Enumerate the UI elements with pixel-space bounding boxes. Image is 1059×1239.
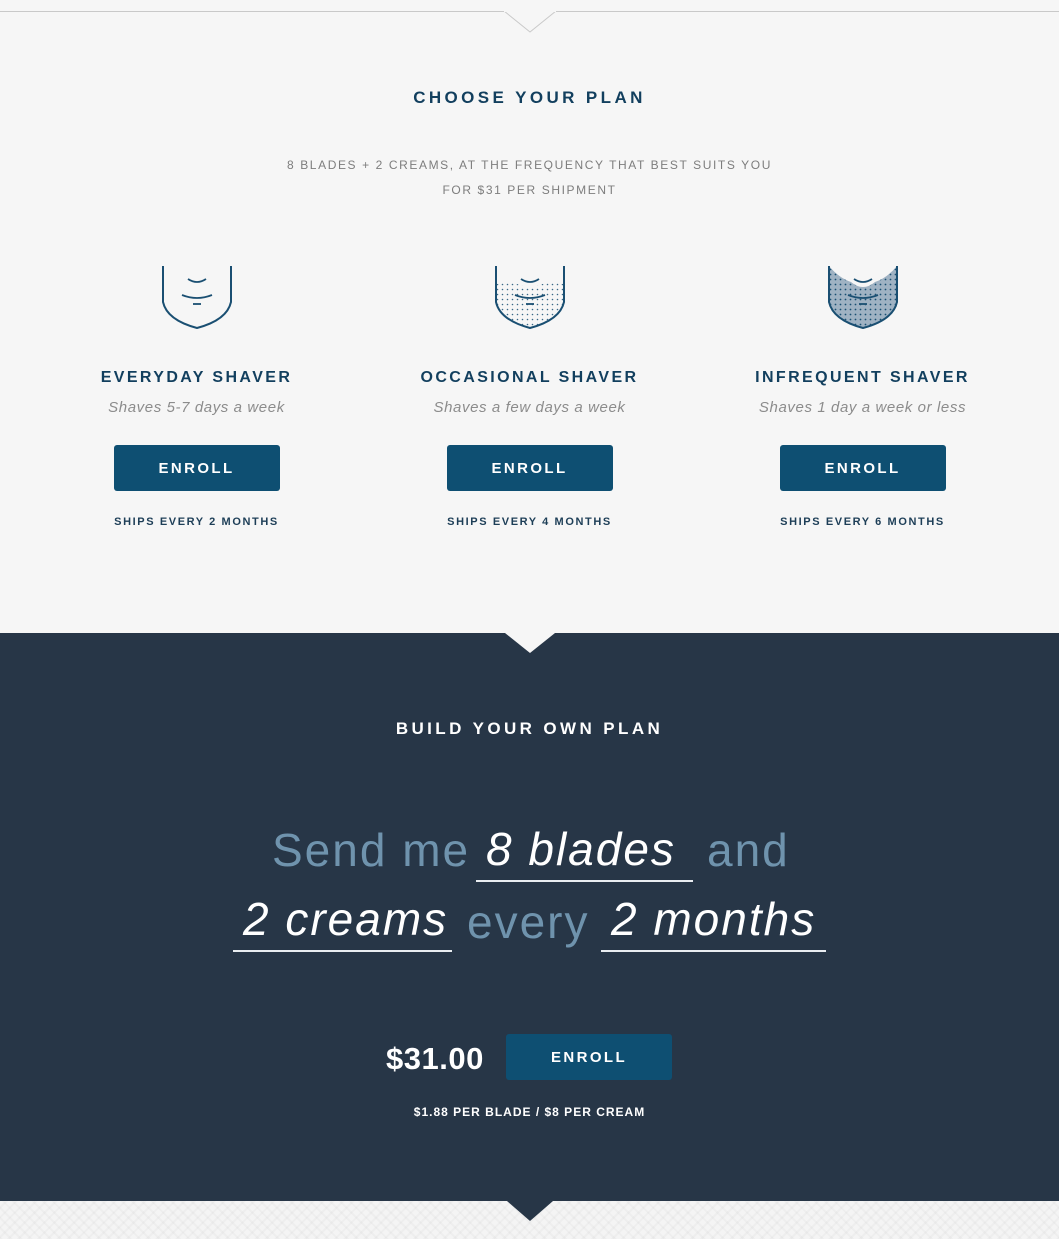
frequency-value: 2 months xyxy=(611,893,817,945)
choose-plan-subtitle: 8 BLADES + 2 CREAMS, AT THE FREQUENCY TH… xyxy=(287,158,772,172)
plan-price: $31.00 xyxy=(386,1041,484,1076)
sentence-send-me: Send me xyxy=(272,824,471,876)
plan-card-everyday: EVERYDAY SHAVER Shaves 5-7 days a week E… xyxy=(30,262,363,542)
creams-quantity-value: 2 creams xyxy=(243,893,449,945)
creams-quantity-select[interactable]: 2 creams xyxy=(233,896,452,952)
unit-price-note: $1.88 PER BLADE / $8 PER CREAM xyxy=(413,1105,646,1119)
stubble-face-icon xyxy=(494,266,565,330)
section-notch-arrow xyxy=(504,11,556,33)
bottom-pattern-strip xyxy=(0,1201,1059,1239)
blades-quantity-value: 8 blades xyxy=(486,823,676,875)
ships-frequency-label: SHIPS EVERY 6 MONTHS xyxy=(780,516,945,528)
plan-card-infrequent: INFREQUENT SHAVER Shaves 1 day a week or… xyxy=(696,262,1029,542)
clean-shaven-face-icon xyxy=(161,266,232,330)
enroll-infrequent-button[interactable]: ENROLL xyxy=(779,445,946,491)
beard-face-icon xyxy=(827,266,898,330)
ships-frequency-label: SHIPS EVERY 2 MONTHS xyxy=(114,516,279,528)
enroll-occasional-button[interactable]: ENROLL xyxy=(446,445,613,491)
plan-card-occasional: OCCASIONAL SHAVER Shaves a few days a we… xyxy=(363,262,696,542)
build-plan-section: BUILD YOUR OWN PLAN Send me 8 blades and… xyxy=(0,633,1059,1201)
ships-frequency-label: SHIPS EVERY 4 MONTHS xyxy=(447,516,612,528)
plan-description: Shaves 1 day a week or less xyxy=(758,399,967,416)
choose-plan-section: CHOOSE YOUR PLAN 8 BLADES + 2 CREAMS, AT… xyxy=(0,0,1059,633)
frequency-select[interactable]: 2 months xyxy=(601,896,826,952)
sentence-every: every xyxy=(467,896,590,948)
plan-name: INFREQUENT SHAVER xyxy=(755,369,970,386)
enroll-everyday-button[interactable]: ENROLL xyxy=(113,445,280,491)
section-notch-arrow xyxy=(507,1201,553,1221)
section-notch-arrow xyxy=(505,633,555,653)
sentence-and: and xyxy=(707,824,790,876)
blades-quantity-select[interactable]: 8 blades xyxy=(476,826,693,882)
plan-name: EVERYDAY SHAVER xyxy=(100,369,293,386)
enroll-custom-button[interactable]: ENROLL xyxy=(506,1034,672,1080)
build-plan-title: BUILD YOUR OWN PLAN xyxy=(395,719,664,738)
choose-plan-title: CHOOSE YOUR PLAN xyxy=(413,88,646,107)
plan-description: Shaves a few days a week xyxy=(433,399,626,416)
plan-description: Shaves 5-7 days a week xyxy=(108,399,285,416)
choose-plan-price-note: FOR $31 PER SHIPMENT xyxy=(442,183,617,197)
plan-name: OCCASIONAL SHAVER xyxy=(420,369,639,386)
